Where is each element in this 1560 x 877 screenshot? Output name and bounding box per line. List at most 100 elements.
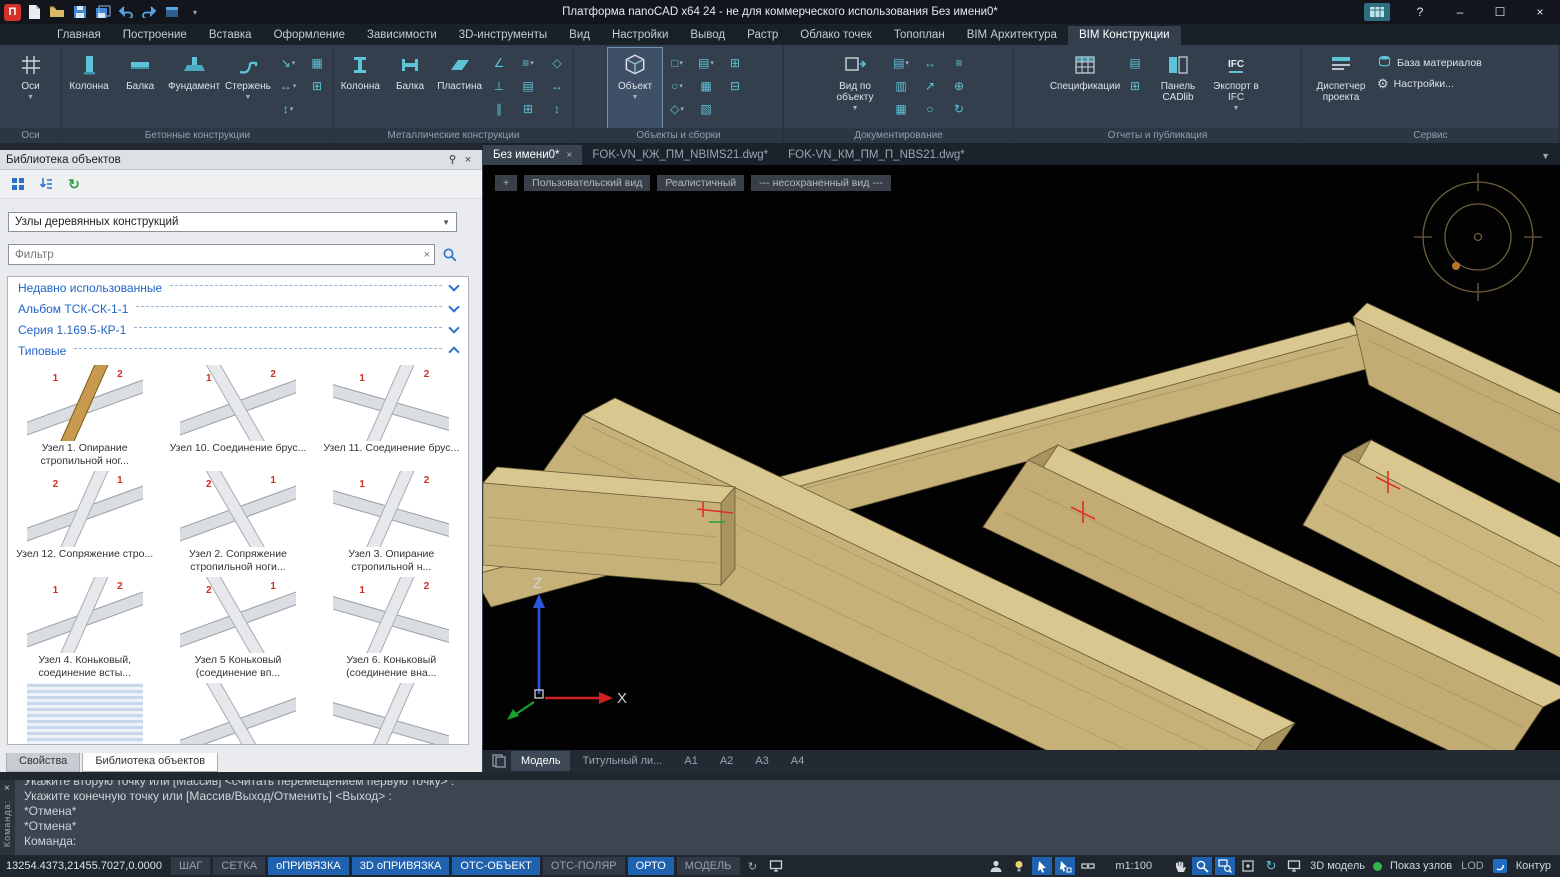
perpendicular-icon[interactable]: ⊥ <box>485 75 513 97</box>
refresh-icon[interactable]: ↻ <box>64 174 84 194</box>
ribbon-tab-vid[interactable]: Вид <box>558 26 601 45</box>
profiles-icon[interactable]: ≡▾ <box>514 52 542 74</box>
materials-db-button[interactable]: База материалов <box>1377 54 1482 72</box>
document-tab[interactable]: FOK-VN_КМ_ПМ_П_NBS21.dwg* <box>778 145 975 165</box>
script-window-icon[interactable] <box>162 3 182 21</box>
update-views-icon[interactable]: ↻ <box>945 98 973 120</box>
document-tab[interactable]: Без имени0* × <box>483 145 582 165</box>
tree-item-typical[interactable]: Типовые <box>8 340 468 361</box>
new-document-icon[interactable] <box>24 3 44 21</box>
toggle-osnap[interactable]: оПРИВЯЗКА <box>268 857 349 875</box>
ribbon-tab-nastroyki[interactable]: Настройки <box>601 26 679 45</box>
ribbon-tab-vstavka[interactable]: Вставка <box>198 26 263 45</box>
steel-beam-button[interactable]: Балка <box>386 48 435 128</box>
annotation-scale[interactable]: m1:100 <box>1115 860 1152 872</box>
join-icon[interactable]: ⊞ <box>514 98 542 120</box>
assembly-icon[interactable]: ◇▾ <box>663 98 691 120</box>
panel-close-icon[interactable]: × <box>460 152 476 168</box>
search-icon[interactable] <box>440 245 460 265</box>
report-export-icon[interactable]: ⊞ <box>1121 75 1149 97</box>
maximize-button[interactable]: ☐ <box>1480 0 1520 24</box>
saved-view-button[interactable]: --- несохраненный вид --- <box>751 175 891 191</box>
object-button[interactable]: Объект ▼ <box>608 48 662 128</box>
section-icon[interactable]: ▤ <box>514 75 542 97</box>
node-view-icon[interactable]: ▦ <box>887 98 915 120</box>
annotation-refresh-icon[interactable]: ↻ <box>743 857 763 875</box>
ribbon-tab-glavnaya[interactable]: Главная <box>46 26 112 45</box>
sheet-tab-a3[interactable]: A3 <box>745 751 778 771</box>
zoom-icon[interactable] <box>1192 857 1212 875</box>
tree-item-series[interactable]: Серия 1.169.5-КР-1 <box>8 319 468 340</box>
ribbon-tab-topoplan[interactable]: Топоплан <box>883 26 956 45</box>
edit-object-icon[interactable]: ▤▾ <box>692 52 720 74</box>
array-grid-icon[interactable]: ▦ <box>303 52 331 74</box>
sheet-list-icon[interactable] <box>489 752 509 770</box>
detail-view-icon[interactable]: ▥ <box>887 75 915 97</box>
category-dropdown[interactable]: Узлы деревянных конструкций ▼ <box>8 212 457 232</box>
toggle-grid[interactable]: СЕТКА <box>213 857 265 875</box>
open-folder-icon[interactable] <box>47 3 67 21</box>
report-table-icon[interactable]: ▤ <box>1121 52 1149 74</box>
library-item[interactable]: 12 Узел 4. Коньковый, соединение всты... <box>8 577 161 681</box>
steel-column-button[interactable]: Колонна <box>336 48 385 128</box>
toggle-model-space[interactable]: МОДЕЛЬ <box>677 857 740 875</box>
library-item[interactable] <box>315 683 468 745</box>
sort-icon[interactable] <box>36 174 56 194</box>
document-tab[interactable]: FOK-VN_КЖ_ПМ_NBIMS21.dwg* <box>582 145 778 165</box>
group-object-icon[interactable]: ○▾ <box>663 75 691 97</box>
grid-view-icon[interactable] <box>8 174 28 194</box>
ifc-export-button[interactable]: IFC Экспорт в IFC ▼ <box>1207 48 1265 128</box>
table-view-icon[interactable]: ≡ <box>945 52 973 74</box>
sheet-tab-a2[interactable]: A2 <box>710 751 743 771</box>
contour-label[interactable]: Контур <box>1516 860 1551 872</box>
ribbon-tab-bim-constr[interactable]: BIM Конструкции <box>1068 26 1181 45</box>
chevron-up-icon[interactable] <box>448 346 459 357</box>
ribbon-tab-oformlenie[interactable]: Оформление <box>263 26 356 45</box>
trim-icon[interactable]: ↕ <box>543 98 571 120</box>
library-item[interactable]: 12 Узел 1. Опирание стропильной ног... <box>8 365 161 469</box>
project-manager-button[interactable]: Диспетчер проекта <box>1310 48 1372 128</box>
zoom-window-icon[interactable] <box>1215 857 1235 875</box>
chevron-down-icon[interactable] <box>448 322 459 333</box>
lod-label[interactable]: LOD <box>1461 860 1484 872</box>
close-button[interactable]: × <box>1520 0 1560 24</box>
library-item[interactable] <box>8 683 161 745</box>
viewport-display-icon[interactable] <box>766 857 786 875</box>
collaboration-users-icon[interactable] <box>986 857 1006 875</box>
command-history[interactable]: Укажите вторую точку или [Массив] <счита… <box>15 780 1560 855</box>
undo-icon[interactable] <box>116 3 136 21</box>
tree-item-recent[interactable]: Недавно использованные <box>8 277 468 298</box>
navigation-compass[interactable] <box>1412 171 1544 303</box>
nanocad-logo-icon[interactable]: П <box>4 4 21 21</box>
zoom-extents-icon[interactable] <box>1238 857 1258 875</box>
dimension-icon[interactable]: ↔ <box>916 52 944 74</box>
toggle-snap-step[interactable]: ШАГ <box>171 857 210 875</box>
concrete-beam-button[interactable]: Балка <box>115 48 165 128</box>
command-close-icon[interactable]: × <box>4 783 10 794</box>
ribbon-tab-postroenie[interactable]: Построение <box>112 26 198 45</box>
filter-input[interactable] <box>8 244 435 265</box>
ribbon-tab-3d[interactable]: 3D-инструменты <box>448 26 558 45</box>
axis-mark-icon[interactable]: ⊕ <box>945 75 973 97</box>
minimize-button[interactable]: – <box>1440 0 1480 24</box>
wooden-beam[interactable] <box>483 467 735 585</box>
close-tab-icon[interactable]: × <box>567 150 573 161</box>
mark-icon[interactable]: ○ <box>916 98 944 120</box>
save-all-icon[interactable] <box>93 3 113 21</box>
stretch-icon[interactable]: ↔ <box>543 75 571 97</box>
qat-customize-dropdown-icon[interactable]: ▾ <box>185 3 205 21</box>
pan-hand-icon[interactable] <box>1169 857 1189 875</box>
command-prompt[interactable]: Команда: <box>24 834 1551 849</box>
leader-icon[interactable]: ↗ <box>916 75 944 97</box>
concrete-column-button[interactable]: Колонна <box>64 48 114 128</box>
save-icon[interactable] <box>70 3 90 21</box>
show-nodes-label[interactable]: Показ узлов <box>1390 860 1452 872</box>
ribbon-tab-bim-arch[interactable]: BIM Архитектура <box>956 26 1068 45</box>
ribbon-tab-zavisimosti[interactable]: Зависимости <box>356 26 448 45</box>
visual-style-button[interactable]: Реалистичный <box>657 175 744 191</box>
library-item[interactable]: 12 Узел 6. Коньковый (соединение вна... <box>315 577 468 681</box>
display-mode-icon[interactable] <box>1284 857 1304 875</box>
mirror-icon[interactable]: ◇ <box>543 52 571 74</box>
chevron-down-icon[interactable] <box>448 280 459 291</box>
settings-button[interactable]: ⚙ Настройки... <box>1377 76 1482 92</box>
